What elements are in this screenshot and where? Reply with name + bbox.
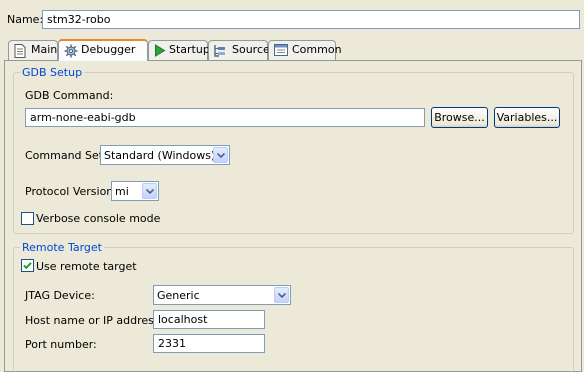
- tab-main[interactable]: Main: [8, 40, 58, 60]
- port-input[interactable]: 2331: [153, 334, 265, 353]
- jtag-device-value: Generic: [157, 289, 200, 302]
- play-icon: [154, 44, 166, 63]
- command-set-value: Standard (Windows): [104, 149, 216, 162]
- gdb-command-label: GDB Command:: [25, 89, 114, 102]
- port-label: Port number:: [25, 338, 97, 351]
- common-icon: [274, 44, 288, 62]
- tab-source[interactable]: Source: [208, 40, 270, 60]
- tab-common-label: Common: [292, 43, 342, 56]
- command-set-label: Command Set:: [25, 149, 107, 162]
- browse-button[interactable]: Browse...: [431, 107, 488, 128]
- source-lookup-icon: [213, 44, 227, 64]
- use-remote-target-checkbox[interactable]: [21, 259, 34, 272]
- name-label: Name:: [7, 13, 44, 26]
- tab-startup[interactable]: Startup: [148, 40, 210, 63]
- host-input[interactable]: localhost: [153, 310, 265, 329]
- use-remote-target-label: Use remote target: [36, 260, 137, 273]
- gdb-setup-title: GDB Setup: [20, 66, 85, 79]
- tab-debugger[interactable]: Debugger: [58, 39, 148, 61]
- protocol-version-select[interactable]: mi: [111, 181, 159, 201]
- checkmark-icon: [23, 262, 32, 270]
- remote-target-title: Remote Target: [20, 241, 104, 254]
- protocol-version-label: Protocol Version:: [25, 185, 117, 198]
- tab-main-label: Main: [31, 43, 58, 56]
- tab-debugger-label: Debugger: [81, 43, 136, 56]
- variables-button[interactable]: Variables...: [494, 107, 560, 128]
- host-label: Host name or IP address:: [25, 314, 164, 327]
- chevron-down-icon: [213, 147, 228, 163]
- protocol-version-value: mi: [115, 185, 129, 198]
- tab-common[interactable]: Common: [268, 40, 342, 62]
- command-set-select[interactable]: Standard (Windows): [100, 145, 230, 165]
- chevron-down-icon: [142, 183, 157, 199]
- chevron-down-icon: [274, 287, 289, 303]
- gdb-command-input[interactable]: arm-none-eabi-gdb: [25, 108, 425, 127]
- jtag-device-select[interactable]: Generic: [153, 285, 291, 305]
- verbose-console-label: Verbose console mode: [36, 212, 161, 225]
- jtag-device-label: JTAG Device:: [25, 289, 95, 302]
- tab-source-label: Source: [232, 43, 270, 56]
- verbose-console-checkbox[interactable]: [21, 212, 34, 225]
- name-input[interactable]: stm32-robo: [42, 10, 580, 29]
- bug-gear-icon: [64, 44, 78, 64]
- tab-startup-label: Startup: [169, 43, 210, 56]
- document-icon: [14, 44, 26, 64]
